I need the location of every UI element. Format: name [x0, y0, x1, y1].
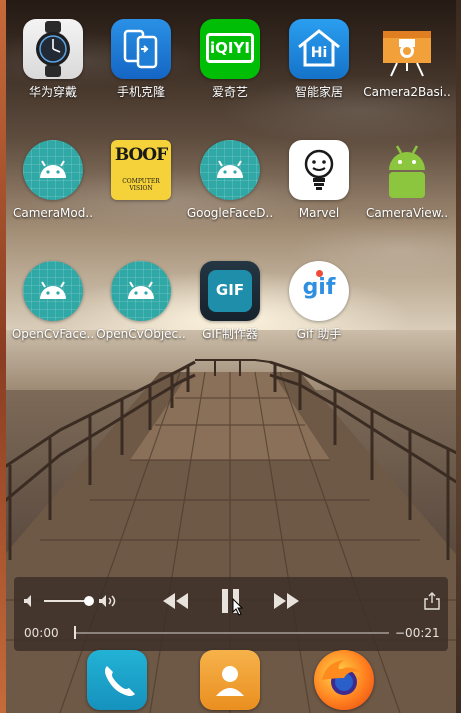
gif-maker-logo-text: GIF [215, 281, 245, 299]
remaining-time: −00:21 [395, 626, 440, 640]
iqiyi-logo-text: iQIYI [206, 33, 254, 63]
app-marvel[interactable]: Marvel [274, 140, 364, 220]
app-camera-mod[interactable]: CameraMod.. [8, 140, 98, 220]
firefox-icon [322, 660, 360, 695]
volume-low-icon[interactable] [23, 594, 37, 608]
dock-contacts[interactable] [200, 650, 260, 710]
volume-slider-track[interactable] [44, 600, 88, 602]
contacts-icon [216, 666, 244, 696]
elapsed-time: 00:00 [24, 626, 59, 640]
app-boof-cv[interactable]: BOOF COMPUTER VISION [96, 140, 186, 206]
volume-slider-thumb[interactable] [84, 596, 94, 606]
gif-helper-icon: gif [289, 261, 349, 321]
progress-slider-thumb[interactable] [74, 626, 76, 639]
phone-icon [105, 666, 135, 696]
app-gif-helper[interactable]: gif Gif 助手 [274, 261, 364, 341]
boof-cv-icon: BOOF COMPUTER VISION [111, 140, 171, 200]
rewind-icon[interactable] [162, 591, 190, 611]
app-label: GoogleFaceD.. [186, 206, 274, 220]
fast-forward-icon[interactable] [272, 591, 300, 611]
app-label: 爱奇艺 [211, 85, 248, 99]
window-left-edge [0, 0, 6, 713]
app-label: GIF制作器 [202, 327, 258, 341]
gif-helper-dot [316, 270, 323, 277]
app-smart-home[interactable]: Hi 智能家居 [274, 19, 364, 99]
smart-home-logo-text: Hi [310, 45, 328, 61]
android-icon [23, 140, 83, 200]
app-label: OpenCvFace.. [11, 327, 95, 341]
app-iqiyi[interactable]: iQIYI 爱奇艺 [185, 19, 275, 99]
boof-logo-text: BOOF [114, 145, 168, 165]
phone-clone-icon [111, 19, 171, 79]
mouse-cursor-icon [232, 598, 244, 616]
app-label: 华为穿戴 [28, 85, 77, 99]
app-label: 智能家居 [294, 85, 343, 99]
android-icon [111, 261, 171, 321]
iqiyi-icon: iQIYI [200, 19, 260, 79]
app-label: Camera2Basi.. [363, 85, 451, 99]
smart-home-icon: Hi [289, 19, 349, 79]
app-label: OpenCvObjec.. [96, 327, 186, 341]
marvel-bulb-icon [289, 140, 349, 200]
app-gif-maker[interactable]: GIF GIF制作器 [185, 261, 275, 341]
huawei-wear-icon [23, 19, 83, 79]
app-label: CameraMod.. [12, 206, 94, 220]
boof-sub-text: COMPUTER VISION [122, 178, 160, 192]
app-camera-view[interactable]: CameraView.. [362, 140, 452, 220]
volume-high-icon[interactable] [98, 593, 120, 609]
app-label: Gif 助手 [296, 327, 342, 341]
android-icon [200, 140, 260, 200]
app-huawei-wear[interactable]: 华为穿戴 [8, 19, 98, 99]
app-camera2basic[interactable]: Camera2Basi.. [362, 19, 452, 99]
dock-phone[interactable] [87, 650, 147, 710]
app-label: 手机克隆 [116, 85, 165, 99]
app-phone-clone[interactable]: 手机克隆 [96, 19, 186, 99]
app-label: CameraView.. [365, 206, 449, 220]
media-control-bar: 00:00 −00:21 [14, 577, 448, 651]
gif-maker-icon: GIF [200, 261, 260, 321]
android-icon [23, 261, 83, 321]
progress-slider-track[interactable] [74, 632, 389, 634]
gif-helper-logo-text: gif [302, 275, 336, 300]
android-icon [377, 140, 437, 200]
camera2basic-icon [377, 19, 437, 79]
app-opencv-face[interactable]: OpenCvFace.. [8, 261, 98, 341]
window-right-edge [456, 0, 461, 713]
app-google-face-detect[interactable]: GoogleFaceD.. [185, 140, 275, 220]
share-icon[interactable] [424, 592, 440, 610]
app-label: Marvel [298, 206, 340, 220]
app-opencv-object[interactable]: OpenCvObjec.. [96, 261, 186, 341]
dock-firefox[interactable] [314, 650, 374, 710]
